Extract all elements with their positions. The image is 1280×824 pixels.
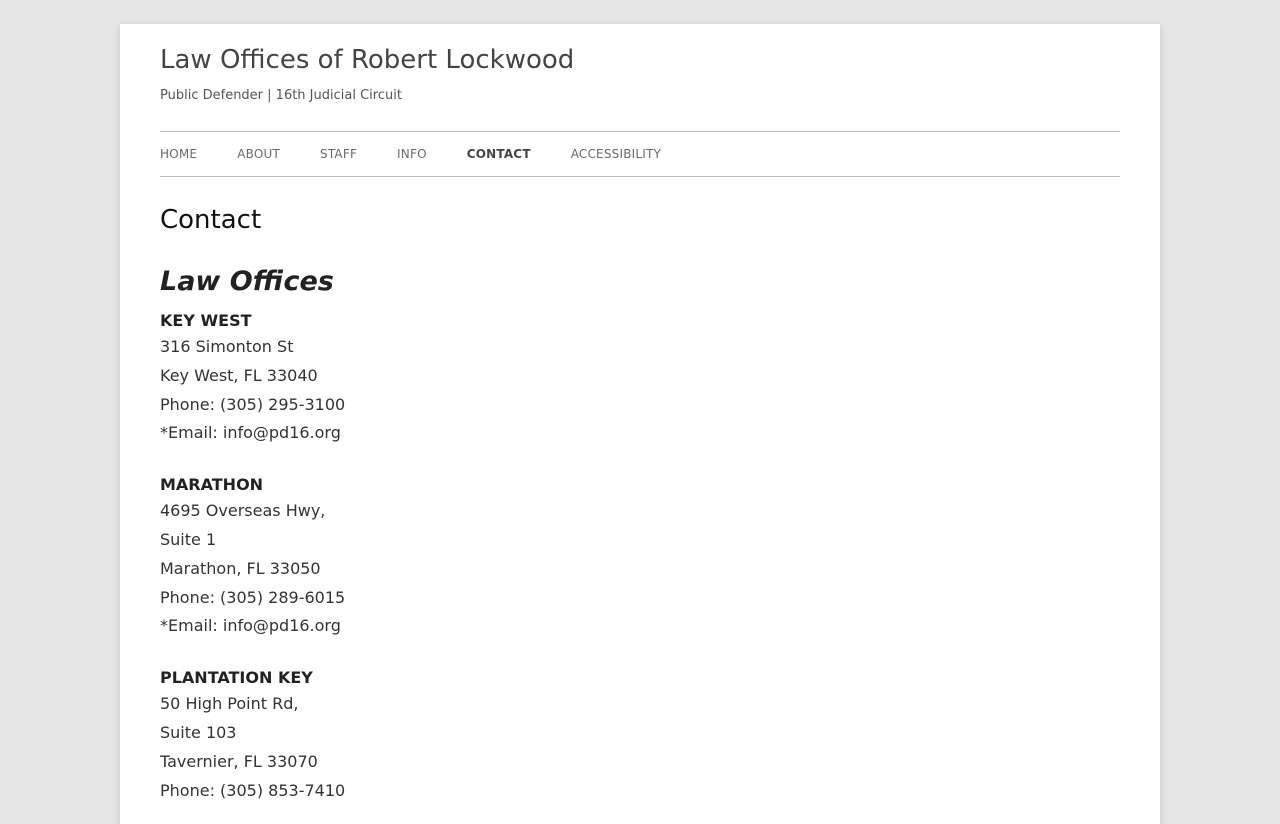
email-label: *Email: (160, 423, 223, 443)
phone-line: Phone: (305) 289-6015 (160, 587, 346, 607)
site-title-link[interactable]: Law Offices of Robert Lockwood (160, 45, 574, 75)
email-link[interactable]: info@pd16.org (223, 616, 341, 635)
office-key-west: KEY WEST 316 Simonton St Key West, FL 33… (160, 308, 1120, 448)
office-plantation-key: PLANTATION KEY 50 High Point Rd, Suite 1… (160, 665, 1120, 805)
nav-item-about[interactable]: ABOUT (237, 147, 280, 161)
address-line: 316 Simonton St (160, 337, 294, 356)
main-navigation: HOME ABOUT STAFF INFO CONTACT ACCESSIBIL… (160, 131, 1120, 177)
address-line: Key West, FL 33040 (160, 365, 318, 385)
office-name: MARATHON (160, 475, 264, 495)
page-title: Contact (160, 205, 262, 235)
nav-item-accessibility[interactable]: ACCESSIBILITY (571, 147, 661, 161)
email-label: *Email: (160, 616, 223, 636)
offices-heading: Law Offices (160, 266, 334, 297)
phone-line: Phone: (305) 853-7410 (160, 780, 346, 800)
site-title: Law Offices of Robert Lockwood (160, 44, 574, 76)
office-marathon: MARATHON 4695 Overseas Hwy, Suite 1 Mara… (160, 472, 1120, 641)
address-line: Tavernier, FL 33070 (160, 751, 318, 771)
nav-item-contact[interactable]: CONTACT (467, 147, 531, 161)
page-content: Law Offices KEY WEST 316 Simonton St Key… (160, 264, 1120, 805)
email-line: *Email: info@pd16.org (160, 612, 1120, 641)
site-tagline: Public Defender | 16th Judicial Circuit (160, 88, 402, 103)
office-name: KEY WEST (160, 311, 252, 330)
address-line: Suite 103 (160, 722, 237, 742)
address-line: Suite 1 (160, 529, 217, 549)
address-line: Marathon, FL 33050 (160, 558, 321, 578)
nav-item-home[interactable]: HOME (160, 147, 197, 161)
nav-item-staff[interactable]: STAFF (320, 147, 357, 161)
page-container: Law Offices of Robert Lockwood Public De… (120, 24, 1160, 824)
email-link[interactable]: info@pd16.org (223, 423, 341, 442)
office-name: PLANTATION KEY (160, 668, 313, 688)
address-line: 50 High Point Rd, (160, 694, 299, 714)
phone-line: Phone: (305) 295-3100 (160, 394, 346, 414)
address-line: 4695 Overseas Hwy, (160, 501, 326, 521)
nav-item-info[interactable]: INFO (397, 147, 427, 161)
email-line: *Email: info@pd16.org (160, 419, 1120, 448)
